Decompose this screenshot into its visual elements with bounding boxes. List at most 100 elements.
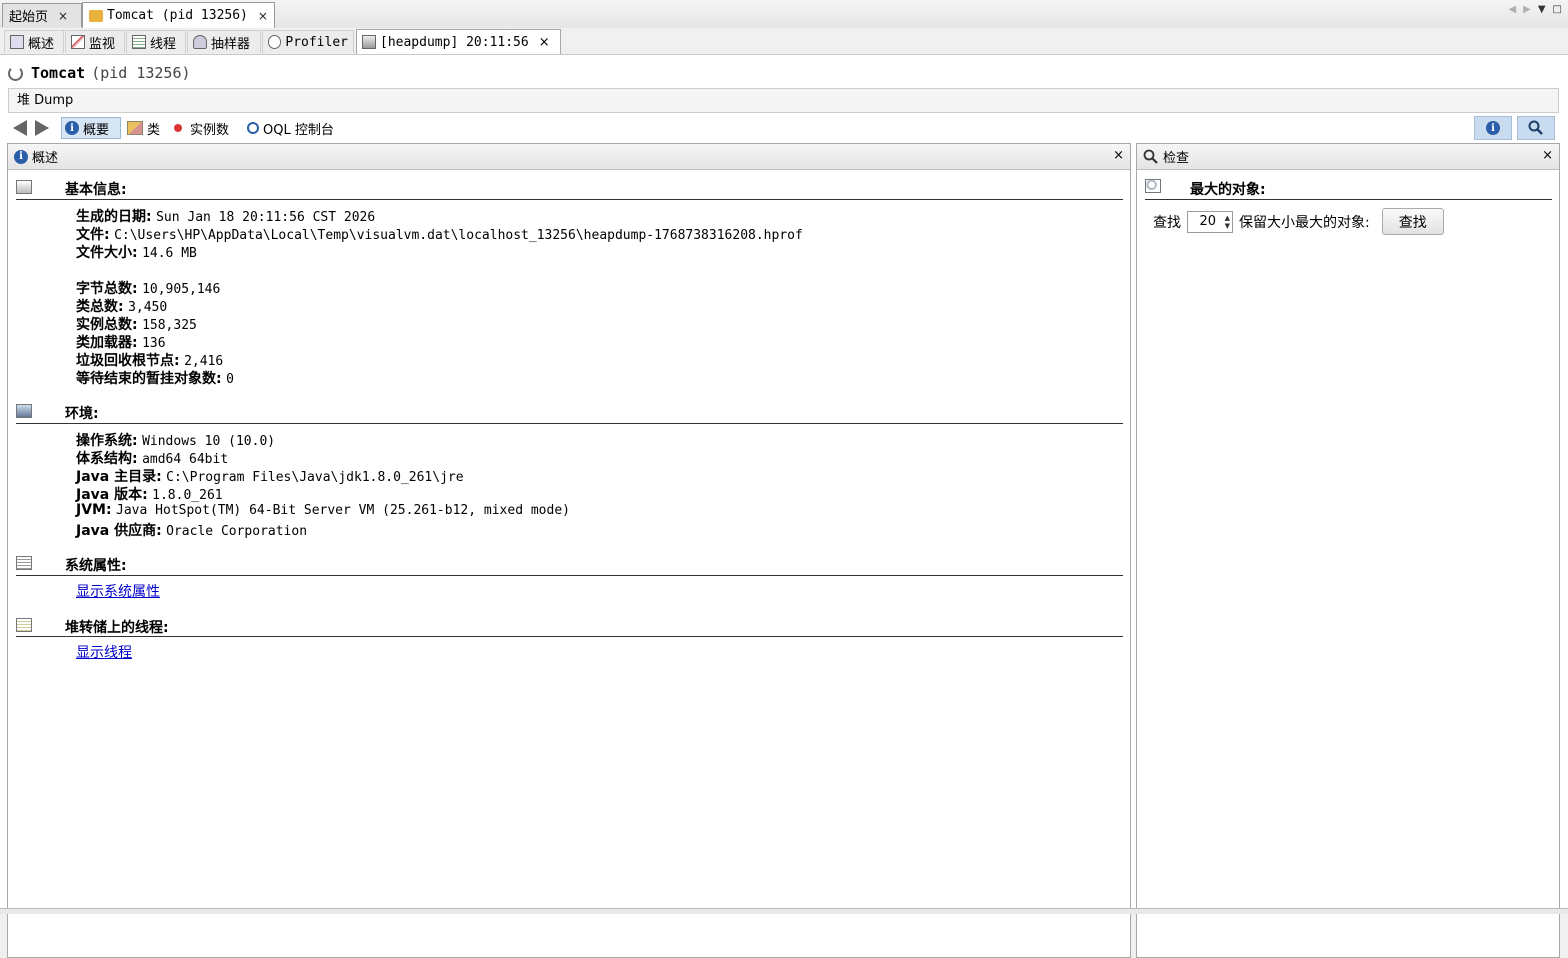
scroll-right-icon[interactable]: ▶ [1523, 4, 1531, 15]
maximize-icon[interactable]: □ [1553, 4, 1562, 15]
tab-profiler[interactable]: Profiler [262, 30, 354, 53]
object-count-value: 20 [1199, 214, 1216, 229]
tab-label: 线程 [150, 36, 177, 52]
close-icon[interactable]: × [539, 35, 550, 50]
tab-label: 概述 [28, 36, 55, 52]
heap-info-icon [16, 180, 32, 194]
tab-list-dropdown-icon[interactable]: ▼ [1538, 4, 1546, 15]
close-icon[interactable]: × [58, 9, 68, 23]
tab-label: 监视 [89, 36, 116, 52]
document-tab-bar: 起始页 × Tomcat (pid 13256) × ◀ ▶ ▼ □ [0, 0, 1568, 29]
info-classloaders: 类加载器: 136 [76, 335, 166, 351]
summary-view-button[interactable]: i 概要 [61, 117, 121, 139]
tab-sampler[interactable]: 抽样器 [187, 30, 261, 53]
computer-icon [16, 404, 32, 418]
divider [16, 199, 1123, 200]
back-arrow-icon [13, 120, 27, 136]
find-button[interactable]: 查找 [1381, 208, 1444, 235]
close-icon[interactable]: × [1542, 148, 1553, 163]
app-pid: (pid 13256) [91, 64, 191, 82]
tab-label: Profiler [285, 34, 348, 50]
tab-label: 起始页 [9, 10, 49, 25]
panel-title: 检查 [1163, 151, 1190, 166]
monitor-icon [71, 35, 85, 49]
info-total-classes: 类总数: 3,450 [76, 299, 168, 315]
oql-icon [247, 122, 259, 134]
instances-view-button[interactable]: 实例数 [171, 117, 232, 139]
tab-overview[interactable]: 概述 [4, 30, 64, 53]
find-objects-icon [1145, 179, 1161, 193]
sampler-icon [193, 35, 207, 49]
find-button-label: 查找 [1398, 214, 1427, 231]
overview-panel: i 概述 × 基本信息: 生成的日期: Sun Jan 18 20:11:56 … [7, 143, 1131, 958]
tab-start-page[interactable]: 起始页 × [2, 3, 82, 27]
instance-icon [174, 124, 182, 132]
search-icon [1143, 149, 1158, 164]
overview-icon [10, 35, 24, 49]
info-file-size: 文件大小: 14.6 MB [76, 245, 197, 261]
section-threads: 堆转储上的线程: [65, 620, 169, 636]
info-total-bytes: 字节总数: 10,905,146 [76, 281, 221, 297]
app-name: Tomcat [31, 64, 86, 82]
tab-navigation: ◀ ▶ ▼ □ [1508, 4, 1562, 15]
tab-label: [heapdump] 20:11:56 [380, 34, 529, 50]
divider [16, 575, 1123, 576]
close-icon[interactable]: × [258, 9, 268, 23]
inspect-panel-toggle[interactable] [1517, 116, 1555, 140]
search-icon [1528, 120, 1543, 135]
classes-view-button[interactable]: 类 [124, 117, 163, 139]
close-icon[interactable]: × [1113, 148, 1124, 163]
heap-toolbar: i 概要 类 实例数 OQL 控制台 i [0, 114, 1568, 142]
forward-arrow-icon [35, 120, 49, 136]
section-basic-info: 基本信息: [65, 182, 127, 198]
tab-label: Tomcat (pid 13256) [107, 8, 248, 23]
tomcat-icon [89, 9, 103, 22]
scroll-left-icon[interactable]: ◀ [1508, 4, 1516, 15]
object-count-spinner[interactable]: 20 ▲ ▼ [1187, 210, 1233, 233]
summary-label: 概要 [83, 122, 110, 138]
tab-label: 抽样器 [211, 36, 251, 52]
find-largest-row: 查找 20 ▲ ▼ 保留大小最大的对象: 查找 [1153, 208, 1444, 235]
back-button[interactable] [10, 117, 30, 139]
oql-console-button[interactable]: OQL 控制台 [244, 117, 337, 139]
info-file: 文件: C:\Users\HP\AppData\Local\Temp\visua… [76, 227, 803, 243]
section-environment: 环境: [65, 406, 99, 422]
tab-tomcat[interactable]: Tomcat (pid 13256) × [82, 2, 275, 28]
info-icon: i [65, 121, 79, 135]
heap-dump-header: 堆 Dump [8, 88, 1559, 113]
threads-icon [132, 35, 146, 49]
info-panel-toggle[interactable]: i [1474, 116, 1512, 140]
application-tab-bar: 概述 监视 线程 抽样器 Profiler [heapdump] 20:11:5… [0, 28, 1568, 55]
panel-title: 概述 [32, 151, 59, 166]
inspect-panel: 检查 × 最大的对象: 查找 20 ▲ ▼ 保留大小最大的对象: 查找 [1136, 143, 1560, 958]
tab-threads[interactable]: 线程 [126, 30, 186, 53]
show-threads-link[interactable]: 显示线程 [76, 642, 132, 662]
heap-dump-label: 堆 Dump [17, 93, 74, 108]
oql-label: OQL 控制台 [263, 122, 334, 138]
instances-label: 实例数 [190, 122, 230, 138]
threads-icon [16, 618, 32, 632]
retained-size-label: 保留大小最大的对象: [1239, 214, 1370, 231]
divider [16, 423, 1123, 424]
info-icon: i [1486, 121, 1500, 135]
info-gc-roots: 垃圾回收根节点: 2,416 [76, 353, 224, 369]
find-label: 查找 [1153, 214, 1181, 231]
profiler-icon [268, 35, 282, 49]
loading-icon [8, 65, 23, 81]
heapdump-icon [362, 35, 376, 49]
tab-heapdump[interactable]: [heapdump] 20:11:56 × [356, 29, 561, 54]
info-icon: i [14, 149, 28, 164]
section-largest-objects: 最大的对象: [1190, 182, 1266, 198]
show-system-properties-link[interactable]: 显示系统属性 [76, 581, 160, 601]
spinner-arrows-icon[interactable]: ▲ ▼ [1225, 214, 1230, 230]
info-total-instances: 实例总数: 158,325 [76, 317, 197, 333]
env-java-home: Java 主目录: C:\Program Files\Java\jdk1.8.0… [76, 469, 464, 485]
status-bar [0, 908, 1568, 914]
tab-monitor[interactable]: 监视 [65, 30, 125, 53]
forward-button[interactable] [32, 117, 52, 139]
page-title: Tomcat (pid 13256) [8, 64, 191, 82]
properties-icon [16, 556, 32, 570]
main-area: Tomcat (pid 13256) 堆 Dump i 概要 类 实例数 OQL… [0, 55, 1568, 958]
env-java-vendor: Java 供应商: Oracle Corporation [76, 523, 308, 539]
env-os: 操作系统: Windows 10 (10.0) [76, 433, 276, 449]
